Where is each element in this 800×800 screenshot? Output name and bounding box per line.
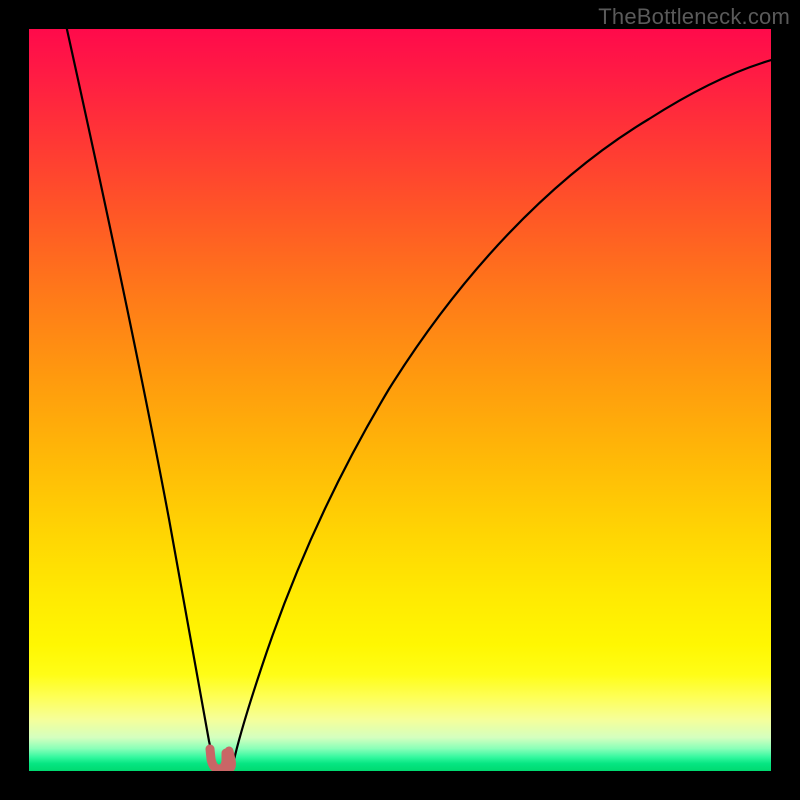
watermark-text: TheBottleneck.com xyxy=(598,4,790,30)
plot-area xyxy=(29,29,771,771)
right-branch-curve xyxy=(232,59,771,769)
left-branch-curve xyxy=(66,29,216,769)
curve-layer xyxy=(29,29,771,771)
chart-frame: TheBottleneck.com xyxy=(0,0,800,800)
trough-marker xyxy=(210,749,232,769)
